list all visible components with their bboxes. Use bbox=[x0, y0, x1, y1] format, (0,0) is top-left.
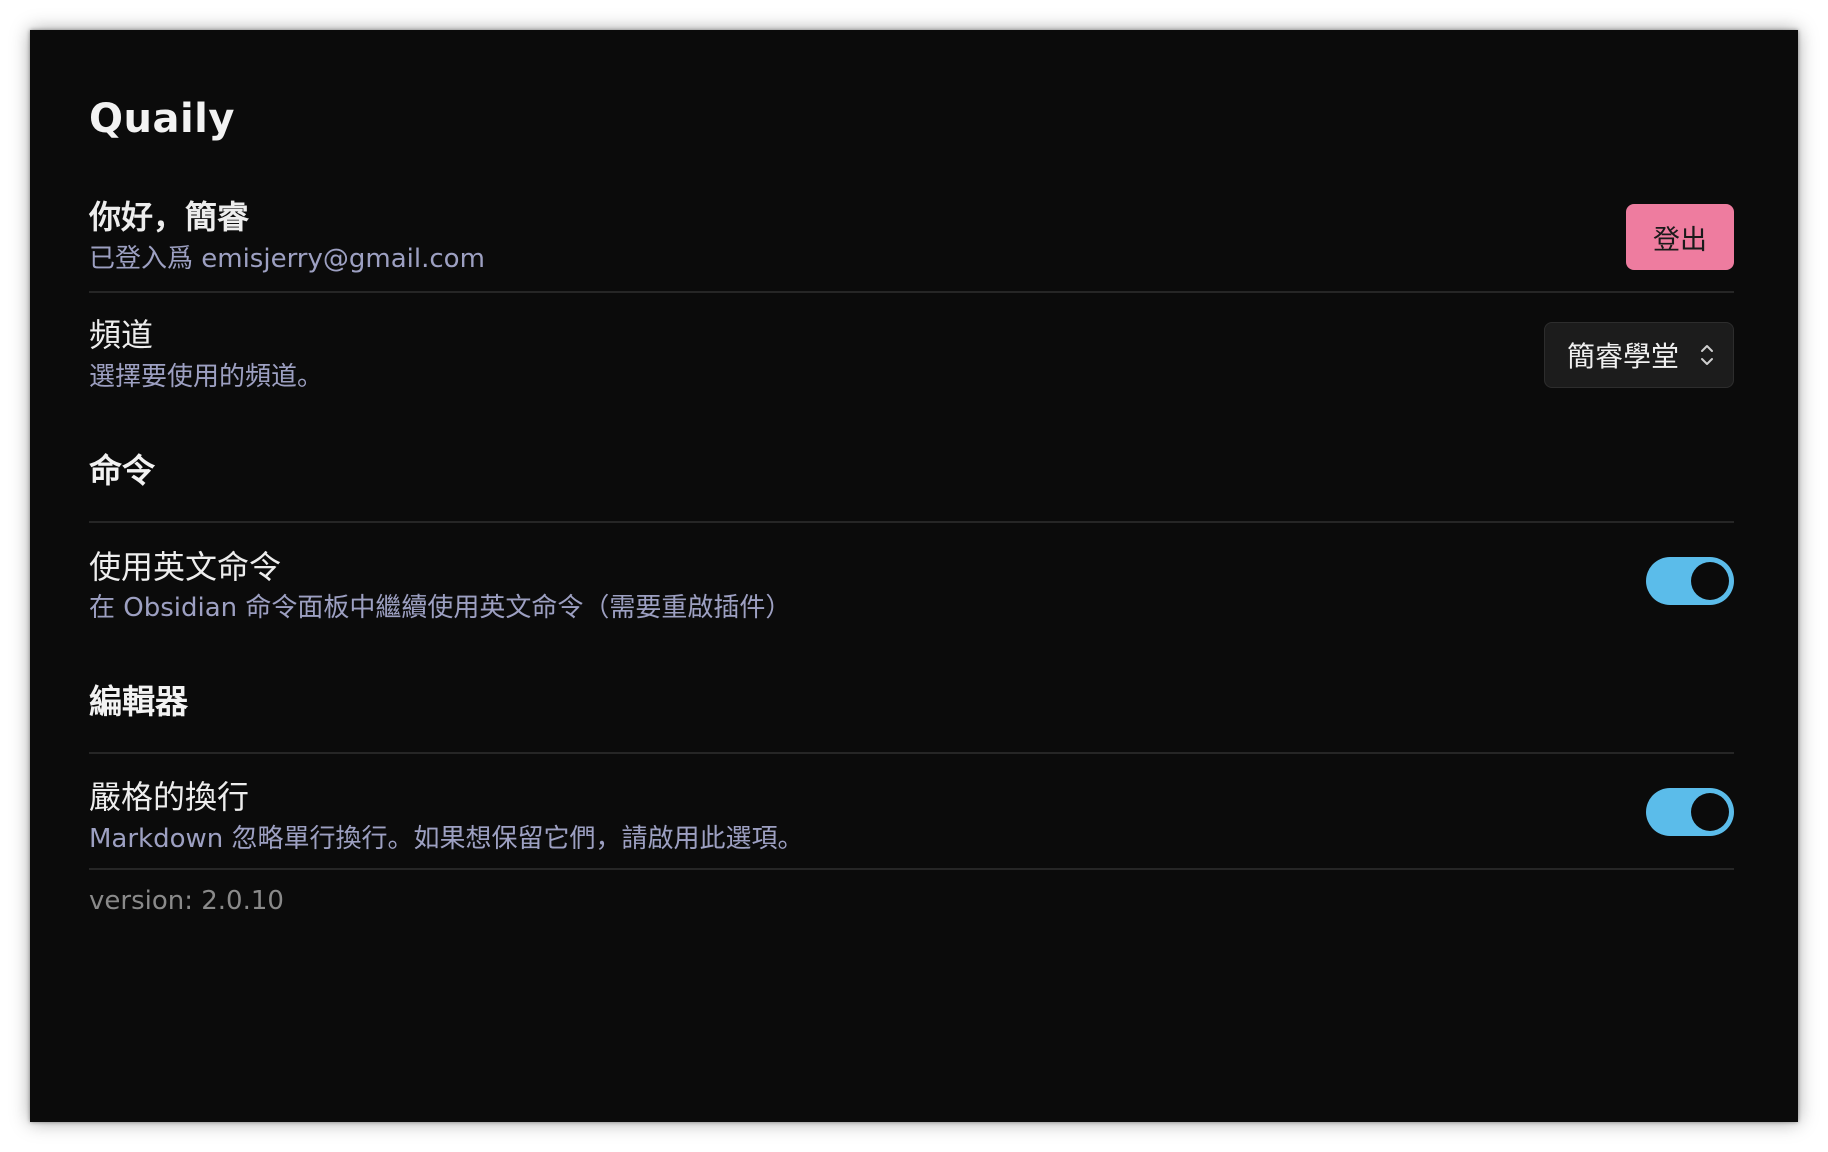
page-title: Quaily bbox=[89, 96, 235, 142]
greeting-text: 你好，簡睿 bbox=[89, 198, 250, 236]
strict-line-breaks-toggle[interactable] bbox=[1646, 788, 1734, 836]
version-text: version: 2.0.10 bbox=[89, 886, 284, 916]
divider bbox=[89, 291, 1734, 293]
strict-line-breaks-description: Markdown 忽略單行換行。如果想保留它們，請啟用此選項。 bbox=[89, 824, 804, 854]
settings-window: Quaily 你好，簡睿 已登入爲 emisjerry@gmail.com 登出… bbox=[30, 30, 1798, 1122]
channel-description: 選擇要使用的頻道。 bbox=[89, 362, 324, 392]
logout-button[interactable]: 登出 bbox=[1626, 204, 1734, 270]
signed-in-email: 已登入爲 emisjerry@gmail.com bbox=[89, 244, 485, 274]
divider bbox=[89, 521, 1734, 523]
settings-content: Quaily 你好，簡睿 已登入爲 emisjerry@gmail.com 登出… bbox=[89, 30, 1734, 1122]
english-commands-label: 使用英文命令 bbox=[89, 548, 282, 586]
divider bbox=[89, 752, 1734, 754]
channel-select[interactable]: 簡睿學堂 bbox=[1544, 322, 1734, 388]
chevron-up-down-icon bbox=[1701, 345, 1713, 365]
toggle-knob bbox=[1691, 793, 1729, 831]
toggle-knob bbox=[1691, 562, 1729, 600]
editor-heading: 編輯器 bbox=[89, 682, 188, 721]
channel-label: 頻道 bbox=[89, 316, 154, 354]
divider bbox=[89, 868, 1734, 870]
english-commands-toggle[interactable] bbox=[1646, 557, 1734, 605]
commands-heading: 命令 bbox=[89, 451, 155, 490]
strict-line-breaks-label: 嚴格的換行 bbox=[89, 778, 250, 816]
english-commands-description: 在 Obsidian 命令面板中繼續使用英文命令（需要重啟插件） bbox=[89, 593, 792, 623]
channel-select-value: 簡睿學堂 bbox=[1567, 340, 1680, 373]
